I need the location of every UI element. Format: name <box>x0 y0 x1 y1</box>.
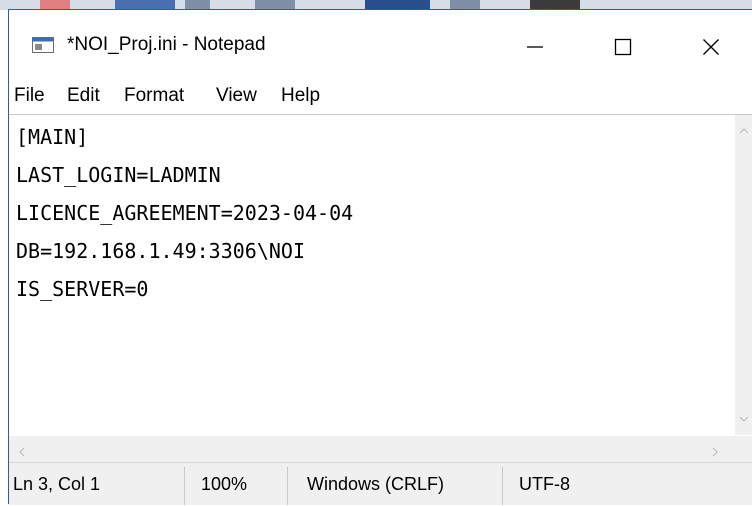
editor-line: IS_SERVER=0 <box>16 277 149 301</box>
window-title: *NOI_Proj.ini - Notepad <box>67 34 266 55</box>
maximize-button[interactable] <box>593 24 653 70</box>
notepad-icon <box>32 37 54 53</box>
title-bar[interactable]: *NOI_Proj.ini - Notepad <box>9 10 752 78</box>
editor-line: LICENCE_AGREEMENT=2023-04-04 <box>16 201 354 225</box>
status-encoding: UTF-8 <box>519 474 570 494</box>
menu-view[interactable]: View <box>216 85 257 107</box>
minimize-button[interactable] <box>505 24 565 70</box>
editor-content[interactable]: [MAIN] LAST_LOGIN=LADMIN LICENCE_AGREEME… <box>16 118 353 308</box>
menu-file[interactable]: File <box>14 85 45 107</box>
status-divider <box>287 467 288 505</box>
editor-line: [MAIN] <box>16 125 89 149</box>
chevron-up-icon[interactable] <box>739 123 749 134</box>
status-zoom: 100% <box>201 474 248 494</box>
chevron-left-icon[interactable] <box>17 444 27 457</box>
status-bar: Ln 3, Col 1 100% Windows (CRLF) UTF-8 <box>9 462 752 505</box>
chevron-down-icon[interactable] <box>739 411 749 422</box>
text-editor[interactable]: [MAIN] LAST_LOGIN=LADMIN LICENCE_AGREEME… <box>9 114 752 436</box>
status-divider <box>502 467 503 505</box>
editor-line: LAST_LOGIN=LADMIN <box>16 163 221 187</box>
maximize-icon <box>614 38 632 56</box>
editor-line: DB=192.168.1.49:3306\NOI <box>16 239 305 263</box>
close-button[interactable] <box>681 24 741 70</box>
menu-bar: File Edit Format View Help <box>9 82 752 114</box>
status-divider <box>184 467 185 505</box>
menu-help[interactable]: Help <box>281 85 320 107</box>
minimize-icon <box>527 46 543 48</box>
chevron-right-icon[interactable] <box>710 444 720 457</box>
menu-edit[interactable]: Edit <box>67 85 100 107</box>
menu-format[interactable]: Format <box>124 85 184 107</box>
notepad-window: *NOI_Proj.ini - Notepad File Edit Format… <box>8 9 752 505</box>
status-line-ending: Windows (CRLF) <box>307 474 445 494</box>
close-icon <box>703 39 719 55</box>
status-cursor-position: Ln 3, Col 1 <box>13 474 101 494</box>
horizontal-scrollbar[interactable] <box>9 436 752 462</box>
vertical-scrollbar[interactable] <box>735 115 752 435</box>
